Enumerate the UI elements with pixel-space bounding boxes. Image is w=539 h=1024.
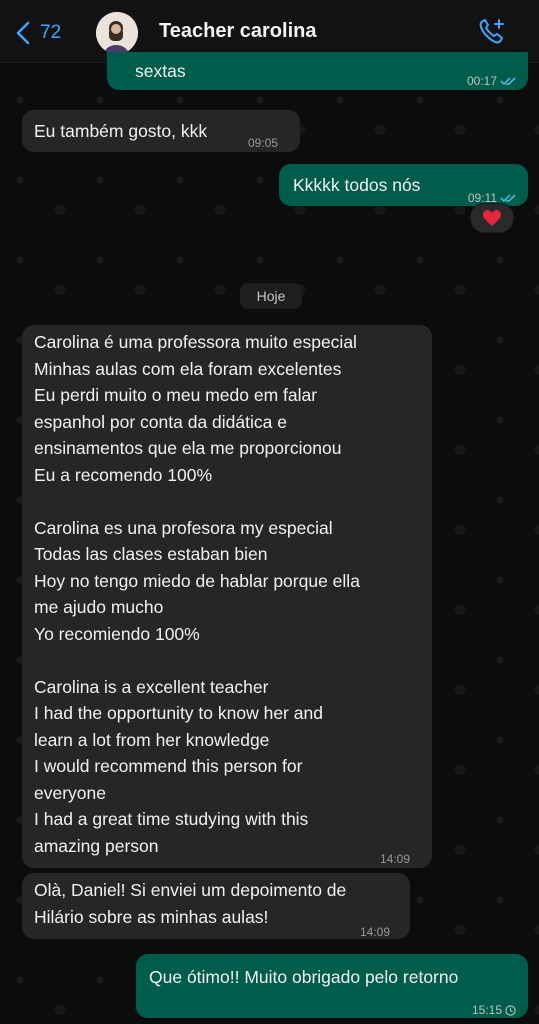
message-line: espanhol por conta da didática e — [34, 411, 287, 432]
reaction-badge[interactable] — [470, 203, 514, 233]
message-time: 09:05 — [248, 136, 279, 150]
message-line: Hilário sobre as minhas aulas! — [34, 906, 269, 927]
message-text: Carolina é uma professora muito especial… — [34, 329, 422, 859]
date-divider: Hoje — [240, 283, 302, 309]
message-meta: 00:17 — [467, 68, 516, 95]
outgoing-message[interactable]: Que ótimo!! Muito obrigado pelo retorno … — [136, 954, 528, 1018]
contact-name[interactable]: Teacher carolina — [159, 20, 316, 43]
incoming-message[interactable]: Eu também gosto, kkk 09:05 — [22, 110, 300, 152]
message-line: ensinamentos que ela me proporcionou — [34, 438, 342, 458]
message-line: I would recommend this person for — [34, 756, 303, 776]
incoming-message[interactable]: Carolina é uma professora muito especial… — [22, 325, 432, 868]
message-text: Kkkkk todos nós — [293, 175, 421, 195]
chevron-left-icon — [16, 21, 30, 45]
message-line: I had a great time studying with this — [34, 809, 309, 829]
avatar[interactable] — [96, 12, 138, 54]
message-text: sextas — [135, 61, 186, 81]
message-text: Eu também gosto, kkk — [34, 121, 208, 141]
message-line: I had the opportunity to know her and — [34, 703, 323, 723]
incoming-message[interactable]: Olà, Daniel! Si enviei um depoimento de H… — [22, 873, 410, 939]
outgoing-message[interactable]: sextas 00:17 — [107, 52, 528, 90]
message-line: amazing person — [34, 835, 159, 856]
message-time: 14:09 — [360, 925, 391, 939]
double-check-icon — [500, 194, 516, 203]
message-time: 14:09 — [380, 852, 411, 866]
message-line: me ajudo mucho — [34, 597, 164, 617]
message-line: Minhas aulas com ela foram excelentes — [34, 358, 342, 379]
add-call-icon — [479, 19, 504, 44]
double-check-icon — [500, 77, 516, 86]
clock-icon — [505, 1005, 516, 1016]
message-text: Que ótimo!! Muito obrigado pelo retorno — [149, 967, 459, 987]
message-line: everyone — [34, 782, 106, 803]
message-line: Olà, Daniel! Si enviei um depoimento de — [34, 880, 347, 900]
message-line: Carolina é uma professora muito especial — [34, 332, 357, 352]
message-meta: 15:15 — [472, 997, 516, 1024]
message-line: Eu perdi muito o meu medo em falar — [34, 385, 318, 405]
message-line: Yo recomiendo 100% — [34, 623, 200, 644]
back-button[interactable]: 72 — [14, 18, 84, 48]
message-line: Carolina es una profesora my especial — [34, 517, 333, 538]
message-time: 00:17 — [466, 74, 497, 88]
message-time: 15:15 — [471, 1003, 502, 1017]
add-call-button[interactable] — [476, 16, 508, 48]
message-line: Todas las clases estaban bien — [34, 544, 268, 564]
message-line: Hoy no tengo miedo de hablar porque ella — [34, 570, 360, 591]
unread-count: 72 — [40, 22, 62, 43]
outgoing-message[interactable]: Kkkkk todos nós 09:11 — [279, 164, 528, 206]
message-line: Eu a recomendo 100% — [34, 464, 213, 485]
message-text: Olà, Daniel! Si enviei um depoimento de H… — [34, 877, 400, 930]
message-line: learn a lot from her knowledge — [34, 729, 270, 750]
message-line: Carolina is a excellent teacher — [34, 676, 269, 697]
heart-icon — [483, 210, 501, 226]
